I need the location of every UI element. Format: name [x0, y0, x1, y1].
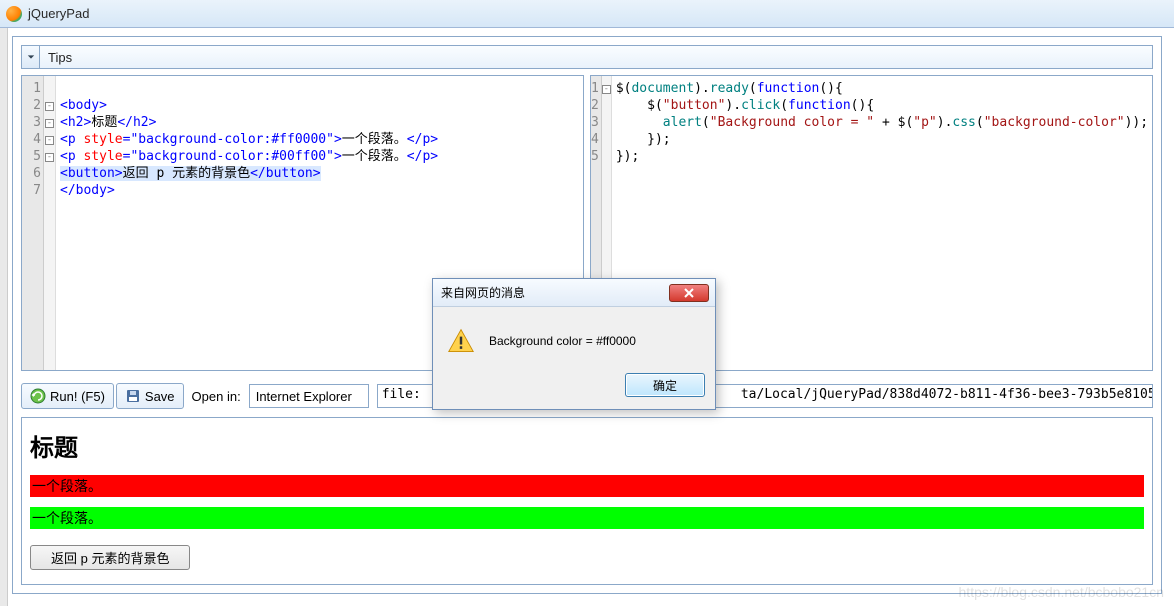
watermark: https://blog.csdn.net/bcbobo21cn: [959, 584, 1164, 600]
warning-icon: [447, 327, 475, 355]
close-icon: [684, 288, 694, 298]
preview-p2: 一个段落。: [30, 507, 1144, 529]
alert-dialog: 来自网页的消息 Background color = #ff0000 确定: [432, 278, 716, 410]
html-foldcol[interactable]: ----: [44, 76, 56, 370]
preview-button[interactable]: 返回 p 元素的背景色: [30, 545, 190, 570]
chevron-down-icon: [27, 53, 35, 61]
dialog-ok-button[interactable]: 确定: [625, 373, 705, 397]
dialog-titlebar[interactable]: 来自网页的消息: [433, 279, 715, 307]
tips-bar: Tips: [21, 45, 1153, 69]
app-icon: [6, 6, 22, 22]
preview-heading: 标题: [30, 428, 1144, 463]
window-title: jQueryPad: [28, 6, 89, 21]
html-gutter: 1234567: [22, 76, 44, 370]
run-icon: [30, 388, 46, 404]
dialog-title: 来自网页的消息: [441, 284, 525, 301]
run-label: Run! (F5): [50, 389, 105, 404]
path-suffix: ta/Local/jQueryPad/838d4072-b811-4f36-be…: [741, 387, 1153, 402]
save-icon: [125, 388, 141, 404]
save-label: Save: [145, 389, 175, 404]
browser-value: Internet Explorer: [256, 389, 352, 404]
tips-label: Tips: [40, 50, 80, 65]
dialog-close-button[interactable]: [669, 284, 709, 302]
preview-p1: 一个段落。: [30, 475, 1144, 497]
dialog-body: Background color = #ff0000: [433, 307, 715, 365]
preview-pane: 标题 一个段落。 一个段落。 返回 p 元素的背景色: [21, 417, 1153, 585]
browser-combo[interactable]: Internet Explorer: [249, 384, 369, 408]
titlebar: jQueryPad: [0, 0, 1174, 28]
open-in-label: Open in:: [192, 389, 241, 404]
dialog-footer: 确定: [433, 365, 715, 409]
dialog-message: Background color = #ff0000: [489, 334, 636, 348]
window-left-scroll[interactable]: [0, 28, 8, 606]
run-button[interactable]: Run! (F5): [21, 383, 114, 409]
tips-dropdown-button[interactable]: [22, 46, 40, 68]
path-prefix: file:: [382, 387, 421, 402]
save-button[interactable]: Save: [116, 383, 184, 409]
